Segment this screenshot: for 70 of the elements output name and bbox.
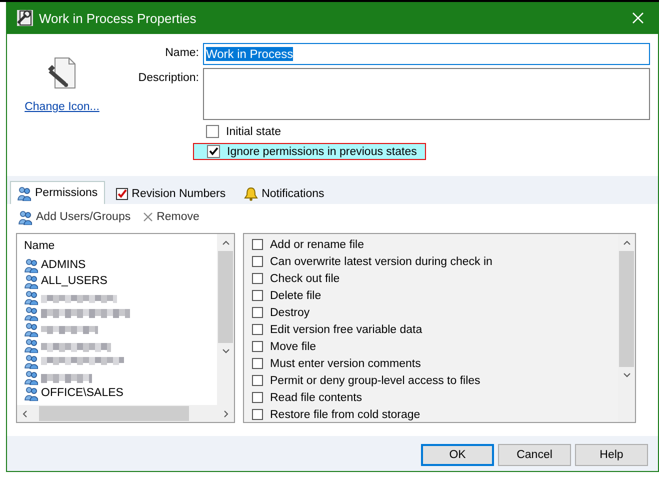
checkbox-label: Restore file from cold storage	[270, 408, 420, 420]
checkbox[interactable]	[252, 358, 263, 369]
checkbox-label: Destroy	[270, 306, 310, 318]
check-icon	[208, 146, 219, 157]
dialog-button[interactable]: Cancel	[498, 444, 571, 466]
column-header: Name	[24, 239, 56, 254]
checkbox[interactable]	[252, 256, 263, 267]
checkbox[interactable]	[252, 341, 263, 352]
vertical-scrollbar[interactable]	[217, 234, 234, 405]
group-icon	[24, 370, 38, 384]
checkbox-icon	[116, 188, 128, 200]
horizontal-scrollbar[interactable]	[17, 405, 234, 422]
checkbox[interactable]	[252, 290, 263, 301]
scroll-up-icon	[622, 240, 630, 245]
group-icon	[24, 386, 38, 400]
group-icon	[24, 306, 38, 320]
checkbox-label: Can overwrite latest version during check in	[270, 256, 492, 268]
group-name[interactable]: OFFICE\SALES	[41, 387, 124, 399]
checkbox[interactable]	[252, 273, 263, 284]
checkbox-label: Ignore permissions in previous states	[227, 146, 417, 158]
tab[interactable]: Notifications	[236, 184, 332, 204]
remove-button[interactable]: Remove	[142, 211, 200, 223]
bell-icon	[244, 187, 258, 201]
group-name[interactable]: ALL_USERS	[41, 275, 108, 287]
document-wrench-icon	[47, 57, 77, 89]
tab[interactable]: Revision Numbers	[108, 184, 233, 204]
users-icon	[18, 210, 32, 224]
checkbox[interactable]	[206, 125, 219, 138]
checkbox[interactable]	[207, 145, 220, 158]
group-name[interactable]: ADMINS	[41, 259, 86, 271]
checkbox[interactable]	[252, 307, 263, 318]
scroll-down-icon	[622, 373, 630, 378]
group-icon	[24, 274, 38, 288]
checkbox-label: Delete file	[270, 290, 322, 302]
tab[interactable]: Permissions	[10, 181, 105, 204]
app-icon	[17, 10, 33, 26]
scroll-right-icon	[224, 410, 229, 418]
checkbox-label: Add or rename file	[270, 238, 364, 250]
dialog-button[interactable]: Help	[575, 444, 648, 466]
close-icon	[632, 12, 644, 24]
group-icon	[24, 322, 38, 336]
change-icon-link[interactable]: Change Icon...	[24, 101, 100, 113]
checkbox[interactable]	[252, 409, 263, 420]
checkbox[interactable]	[252, 392, 263, 403]
checkbox-label: Read file contents	[270, 392, 362, 404]
field-label: Name:	[164, 47, 200, 59]
description-field[interactable]	[203, 68, 650, 120]
close-icon	[142, 212, 153, 222]
scroll-down-icon	[222, 349, 230, 354]
field-label: Description:	[137, 72, 200, 84]
checkbox-label: Check out file	[270, 272, 340, 284]
checkbox[interactable]	[252, 375, 263, 386]
checkbox-label: Move file	[270, 340, 316, 352]
dialog-button[interactable]: OK	[421, 444, 494, 466]
checkbox-label: Edit version free variable data	[270, 324, 422, 336]
checkbox-label: Must enter version comments	[270, 358, 421, 370]
group-icon	[24, 290, 38, 304]
window-title: Work in Process Properties	[39, 10, 198, 26]
checkbox[interactable]	[252, 239, 263, 250]
add-users-button[interactable]: Add Users/Groups	[18, 210, 131, 224]
group-icon	[24, 354, 38, 368]
name-field[interactable]: Work in Process	[203, 43, 650, 65]
users-icon	[17, 186, 31, 200]
group-icon	[24, 338, 38, 352]
scroll-left-icon	[22, 410, 27, 418]
group-icon	[24, 258, 38, 272]
checkbox[interactable]	[252, 324, 263, 335]
checkbox-label: Initial state	[226, 126, 281, 138]
scroll-up-icon	[222, 240, 230, 245]
checkbox-label: Permit or deny group-level access to files	[270, 374, 480, 386]
